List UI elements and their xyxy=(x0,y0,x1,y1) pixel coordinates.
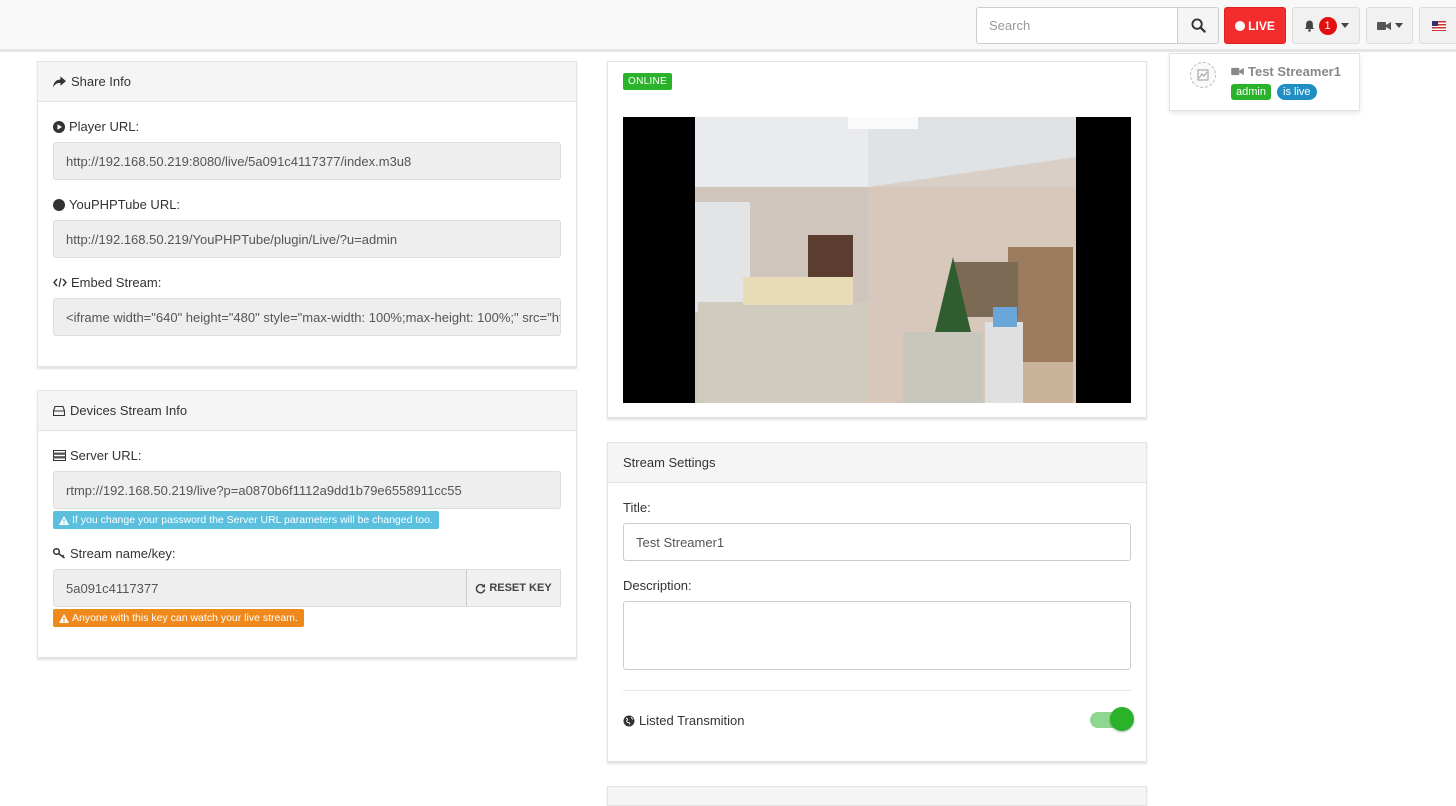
globe-icon xyxy=(623,715,635,726)
search-icon xyxy=(1190,18,1206,33)
refresh-icon xyxy=(476,583,486,593)
youphptube-url-label: YouPHPTube URL: xyxy=(53,197,180,212)
live-users-dropdown: Test Streamer1 admin is live xyxy=(1169,53,1360,111)
chevron-down-icon xyxy=(1340,23,1349,28)
live-player-panel: ONLINE xyxy=(607,61,1147,418)
description-label: Description: xyxy=(623,578,692,593)
broken-image-icon xyxy=(1197,69,1209,81)
live-video-player[interactable] xyxy=(623,117,1131,403)
circle-icon xyxy=(53,198,65,211)
youphptube-url-field[interactable]: http://192.168.50.219/YouPHPTube/plugin/… xyxy=(53,220,561,258)
video-menu-button[interactable] xyxy=(1366,7,1413,44)
play-circle-icon xyxy=(53,120,65,133)
stream-key-field[interactable]: 5a091c4117377 xyxy=(53,569,467,607)
go-live-button[interactable]: LIVE xyxy=(1224,7,1286,44)
divider xyxy=(623,690,1131,691)
top-navbar: LIVE 1 xyxy=(0,0,1456,52)
language-button[interactable] xyxy=(1419,7,1456,44)
embed-code-field[interactable]: <iframe width="640" height="480" style="… xyxy=(53,298,561,336)
listed-transmition-toggle[interactable] xyxy=(1090,707,1134,731)
key-icon xyxy=(53,548,65,559)
search-button[interactable] xyxy=(1177,8,1218,43)
server-url-label: Server URL: xyxy=(53,448,142,463)
stream-description-textarea[interactable] xyxy=(623,601,1131,670)
share-info-panel: Share Info Player URL: http://192.168.50… xyxy=(37,61,577,367)
stream-settings-title: Stream Settings xyxy=(623,455,716,470)
devices-stream-info-panel: Devices Stream Info Server URL: rtmp://1… xyxy=(37,390,577,658)
search-input[interactable] xyxy=(977,8,1177,43)
embed-stream-label: Embed Stream: xyxy=(53,275,161,290)
toggle-knob xyxy=(1110,707,1134,731)
code-icon xyxy=(53,277,67,288)
go-live-label: LIVE xyxy=(1248,18,1275,33)
us-flag-icon xyxy=(1432,20,1446,31)
live-user-name[interactable]: Test Streamer1 xyxy=(1231,64,1341,79)
server-url-hint: If you change your password the Server U… xyxy=(53,511,439,529)
notification-count-badge: 1 xyxy=(1318,16,1337,35)
share-info-title: Share Info xyxy=(71,74,131,89)
stream-key-hint: Anyone with this key can watch your live… xyxy=(53,609,304,627)
title-label: Title: xyxy=(623,500,651,515)
record-dot-icon xyxy=(1235,20,1246,31)
search-box xyxy=(976,7,1219,44)
warning-icon xyxy=(59,515,69,525)
listed-transmition-label: Listed Transmition xyxy=(623,713,745,728)
bell-icon xyxy=(1304,20,1314,32)
stream-settings-header: Stream Settings xyxy=(608,443,1146,483)
online-status-badge: ONLINE xyxy=(623,73,673,90)
next-panel-edge xyxy=(607,786,1147,806)
reset-key-button[interactable]: RESET KEY xyxy=(466,569,561,607)
webcam-feed-image xyxy=(623,117,1131,403)
player-url-field[interactable]: http://192.168.50.219:8080/live/5a091c41… xyxy=(53,142,561,180)
admin-badge: admin xyxy=(1231,84,1271,100)
warning-icon xyxy=(59,613,69,623)
chevron-down-icon xyxy=(1394,23,1403,28)
server-url-field[interactable]: rtmp://192.168.50.219/live?p=a0870b6f111… xyxy=(53,471,561,509)
stream-title-input[interactable]: Test Streamer1 xyxy=(623,523,1131,561)
share-info-header: Share Info xyxy=(38,62,576,102)
stream-settings-panel: Stream Settings Title: Test Streamer1 De… xyxy=(607,442,1147,762)
devices-stream-info-title: Devices Stream Info xyxy=(70,403,188,418)
video-camera-icon xyxy=(1231,67,1244,76)
live-user-name-label: Test Streamer1 xyxy=(1248,64,1341,79)
stream-key-label: Stream name/key: xyxy=(53,546,176,561)
avatar[interactable] xyxy=(1190,62,1216,88)
server-icon xyxy=(53,450,66,461)
player-url-label: Player URL: xyxy=(53,119,139,134)
hdd-icon xyxy=(53,405,65,416)
share-icon xyxy=(53,75,66,88)
video-camera-icon xyxy=(1376,21,1391,30)
devices-stream-info-header: Devices Stream Info xyxy=(38,391,576,431)
notifications-button[interactable]: 1 xyxy=(1292,7,1360,44)
is-live-badge: is live xyxy=(1277,84,1317,100)
